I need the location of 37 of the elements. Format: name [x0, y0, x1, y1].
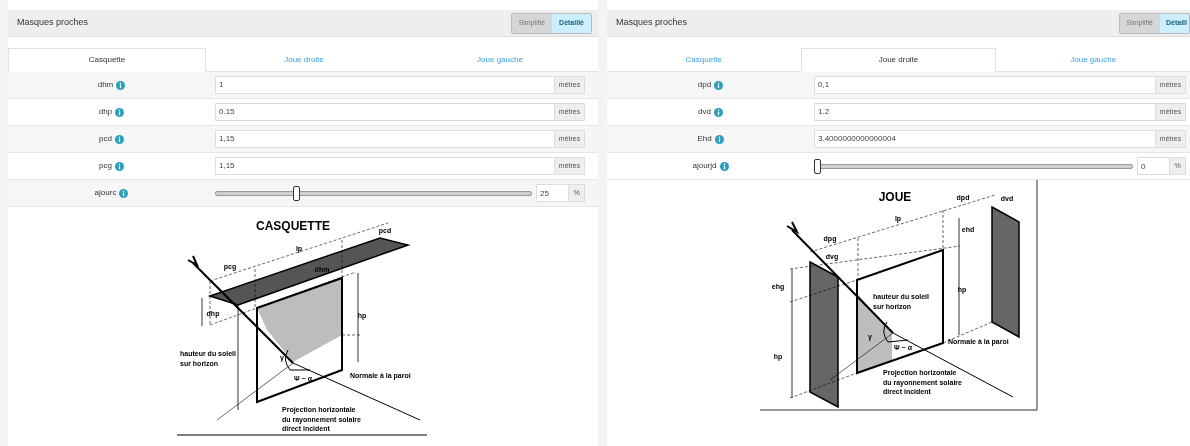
field-label: dhm	[97, 79, 114, 91]
field-label: pcg	[99, 160, 112, 172]
number-input[interactable]: 1,15	[215, 157, 555, 175]
field-label: dvd	[698, 106, 711, 118]
slider[interactable]	[215, 185, 532, 201]
info-icon[interactable]	[114, 161, 124, 171]
number-input[interactable]: 1	[215, 76, 555, 94]
number-input[interactable]: 1.2	[814, 103, 1156, 121]
diagram-title: JOUE	[878, 190, 912, 204]
diagram-title: CASQUETTE	[256, 219, 330, 233]
info-icon[interactable]	[119, 188, 129, 198]
info-icon[interactable]	[116, 80, 126, 90]
info-icon[interactable]	[713, 107, 723, 117]
number-input[interactable]: 1,15	[215, 130, 555, 148]
slider-thumb[interactable]	[814, 158, 821, 174]
slider-thumb[interactable]	[292, 185, 300, 201]
field-label: dhp	[98, 106, 113, 118]
info-icon[interactable]	[719, 161, 729, 171]
percent-input[interactable]: 25	[536, 184, 569, 202]
field-label: dpd	[697, 79, 712, 91]
field-label: ajourjd	[692, 160, 717, 172]
field-label: Ehd	[697, 133, 712, 145]
tab[interactable]: Casquette	[8, 48, 206, 72]
number-input[interactable]: 0.15	[215, 103, 555, 121]
percent-input[interactable]: 0	[1137, 157, 1170, 175]
info-icon[interactable]	[714, 80, 724, 90]
panel-title: Masques proches	[17, 16, 89, 30]
tab[interactable]: Joue droite	[800, 48, 997, 72]
info-icon[interactable]	[114, 134, 124, 144]
panel-title: Masques proches	[616, 16, 688, 30]
slider[interactable]	[814, 158, 1133, 174]
number-input[interactable]: 3.4000000000000004	[814, 130, 1156, 148]
field-label: pcd	[99, 133, 112, 145]
info-icon[interactable]	[714, 134, 724, 144]
number-input[interactable]: 0,1	[814, 76, 1156, 94]
info-icon[interactable]	[115, 107, 125, 117]
field-label: ajourc	[94, 187, 117, 199]
